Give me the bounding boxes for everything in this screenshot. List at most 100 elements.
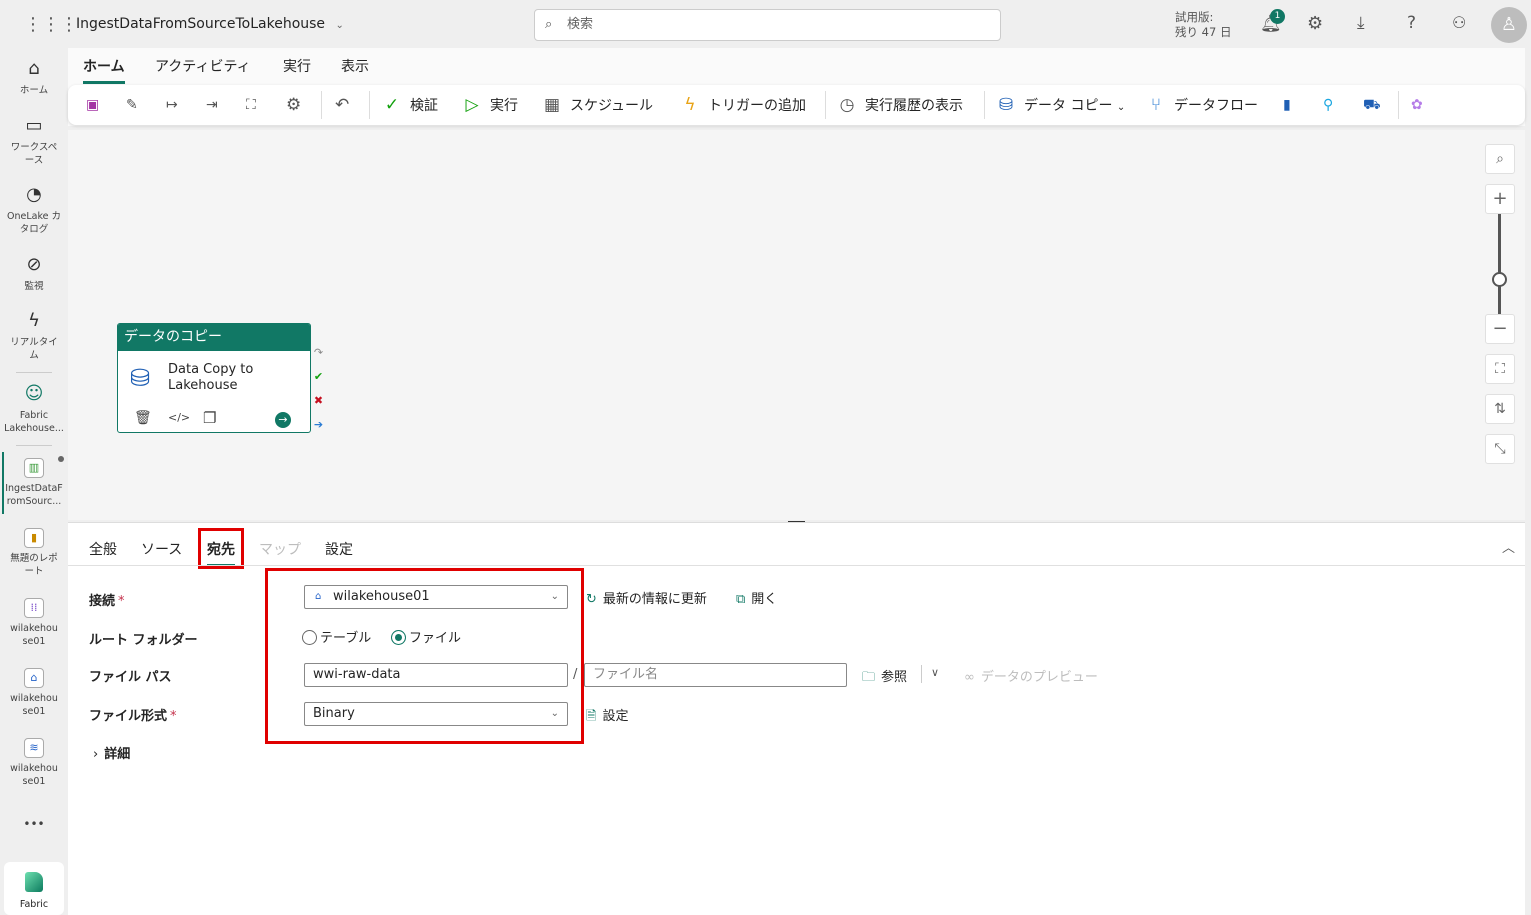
rail-report[interactable]: ▮ 無題のレポート bbox=[0, 528, 68, 578]
rail-onelake[interactable]: ◔ OneLake カタログ bbox=[0, 184, 68, 236]
copy-icon[interactable]: ❐ bbox=[203, 409, 216, 427]
play-icon: ▷ bbox=[465, 95, 479, 115]
activity-header: データのコピー bbox=[118, 324, 310, 351]
tab-general[interactable]: 全般 bbox=[89, 539, 117, 559]
view-run-history-button[interactable]: ◷ 実行履歴の表示 bbox=[837, 85, 963, 125]
browse-button[interactable]: 🗀︎ 参照 bbox=[862, 666, 907, 690]
divider bbox=[1398, 91, 1399, 119]
item-title[interactable]: IngestDataFromSourceToLakehouse ⌄ bbox=[76, 16, 344, 32]
lakehouse-house-icon: ⌂ bbox=[24, 668, 44, 688]
fabric-logo-icon bbox=[25, 872, 43, 892]
rail-home[interactable]: ⌂ ホーム bbox=[0, 58, 68, 97]
undo-icon[interactable]: ↶ bbox=[335, 85, 349, 125]
rail-monitor[interactable]: ⊘ 監視 bbox=[0, 254, 68, 293]
zoom-slider-thumb[interactable] bbox=[1492, 272, 1507, 287]
zoom-in-icon[interactable]: + bbox=[1485, 184, 1515, 214]
settings-icon[interactable]: ⚙ bbox=[286, 85, 301, 125]
branch-icon: ⑂ bbox=[1150, 95, 1162, 115]
import-icon[interactable]: ⇥ bbox=[206, 85, 218, 125]
rail-lakehouse-3[interactable]: ≋ wilakehouse01 bbox=[0, 738, 68, 788]
add-trigger-button[interactable]: ϟ トリガーの追加 bbox=[680, 85, 806, 125]
chevron-down-icon: ⌄ bbox=[335, 20, 344, 31]
open-button[interactable]: ⧉ 開く bbox=[736, 588, 777, 607]
skip-port-icon[interactable]: ↷ bbox=[312, 341, 325, 365]
pipeline-activity-icon[interactable]: ⛟ bbox=[1363, 85, 1381, 125]
left-rail: ⋮⋮⋮ ⌂ ホーム ▭ ワークスペース ◔ OneLake カタログ ⊘ 監視 ϟ リアル… bbox=[0, 0, 78, 915]
glasses-icon: ∞ bbox=[964, 670, 975, 685]
canvas-search-icon[interactable]: ⌕ bbox=[1485, 144, 1515, 174]
help-icon[interactable]: ? bbox=[1407, 13, 1416, 33]
onelake-icon: ◔ bbox=[26, 184, 42, 205]
file-settings-icon: 🗎︎ bbox=[586, 709, 597, 724]
more-button[interactable]: ••• bbox=[0, 818, 68, 831]
advanced-toggle[interactable]: › 詳細 bbox=[93, 743, 130, 762]
tab-mapping[interactable]: マップ bbox=[259, 539, 301, 559]
success-port-icon[interactable]: ✔ bbox=[312, 365, 325, 389]
zoom-out-icon[interactable]: − bbox=[1485, 314, 1515, 344]
delete-icon[interactable]: 🗑︎ bbox=[134, 410, 152, 426]
refresh-button[interactable]: ↻ 最新の情報に更新 bbox=[586, 588, 707, 607]
history-icon: ◷ bbox=[839, 95, 855, 115]
tab-source[interactable]: ソース bbox=[141, 539, 182, 559]
save-as-icon[interactable]: ✎ bbox=[126, 85, 138, 125]
file-name-input[interactable]: ファイル名 bbox=[584, 663, 847, 687]
auto-layout-icon[interactable]: ⛶ bbox=[246, 85, 256, 125]
settings-gear-icon[interactable]: ⚙ bbox=[1307, 13, 1323, 34]
browse-dropdown-icon[interactable]: ∨ bbox=[931, 666, 939, 679]
collapse-icon[interactable]: ⤡ bbox=[1485, 434, 1515, 464]
rail-realtime[interactable]: ϟ リアルタイム bbox=[0, 310, 68, 362]
file-format-label: ファイル形式 * bbox=[89, 709, 177, 724]
rail-divider bbox=[16, 372, 52, 373]
tab-run[interactable]: 実行 bbox=[283, 56, 311, 76]
rail-lakehouse-1[interactable]: ⁞⁞ wilakehouse01 bbox=[0, 598, 68, 648]
auto-align-icon[interactable]: ⇅ bbox=[1485, 394, 1515, 424]
divider bbox=[921, 665, 922, 683]
activity-output-ports: ↷ ✔ ✖ ➔ bbox=[312, 341, 325, 437]
export-icon[interactable]: ↦ bbox=[166, 85, 178, 125]
lakehouse-dots-icon: ⁞⁞ bbox=[24, 598, 44, 618]
copy-data-activity[interactable]: データのコピー ⛁ Data Copy to Lakehouse 🗑︎ </> … bbox=[117, 323, 311, 433]
fit-to-screen-icon[interactable]: ⛶ bbox=[1485, 354, 1515, 384]
dataflow-button[interactable]: ⑂ データフロー bbox=[1146, 85, 1258, 125]
format-settings-button[interactable]: 🗎︎ 設定 bbox=[586, 705, 628, 729]
rail-fabric-lakehouse[interactable]: ☺ Fabric Lakehouse... bbox=[0, 383, 68, 435]
download-icon[interactable]: ⤓ bbox=[1357, 13, 1365, 33]
code-icon[interactable]: </> bbox=[168, 411, 190, 424]
divider bbox=[984, 91, 985, 119]
fail-port-icon[interactable]: ✖ bbox=[312, 389, 325, 413]
lookup-icon[interactable]: ⚲ bbox=[1323, 85, 1333, 125]
lakehouse-people-icon: ☺ bbox=[24, 383, 44, 404]
feedback-icon[interactable]: ⚇ bbox=[1452, 13, 1466, 32]
collapse-panel-icon[interactable]: ︿ bbox=[1502, 537, 1515, 556]
chevron-down-icon: ⌄ bbox=[1116, 102, 1126, 113]
tab-home[interactable]: ホーム bbox=[83, 56, 125, 76]
rail-workspaces[interactable]: ▭ ワークスペース bbox=[0, 115, 68, 167]
arrow-right-icon[interactable]: → bbox=[275, 412, 291, 428]
notebook-icon[interactable]: ▮ bbox=[1283, 85, 1291, 125]
tabs-divider bbox=[68, 565, 1525, 566]
fabric-home-button[interactable]: Fabric bbox=[4, 862, 64, 915]
pipeline-icon: ▥ bbox=[24, 458, 44, 478]
trial-status: 試用版: 残り 47 日 bbox=[1175, 10, 1232, 39]
tab-settings[interactable]: 設定 bbox=[325, 539, 353, 559]
copilot-icon[interactable]: ✿ bbox=[1411, 85, 1423, 125]
tab-activities[interactable]: アクティビティ bbox=[155, 56, 251, 76]
schedule-button[interactable]: ▦ スケジュール bbox=[542, 85, 653, 125]
preview-data-button[interactable]: ∞ データのプレビュー bbox=[964, 666, 1098, 685]
lightning-icon: ϟ bbox=[684, 95, 696, 115]
search-input[interactable]: ⌕ 検索 bbox=[534, 9, 1001, 41]
tab-view[interactable]: 表示 bbox=[341, 56, 369, 76]
lakehouse-wave-icon: ≋ bbox=[24, 738, 44, 758]
zoom-slider[interactable] bbox=[1498, 214, 1501, 314]
search-icon: ⌕ bbox=[545, 17, 553, 32]
run-button[interactable]: ▷ 実行 bbox=[462, 85, 518, 125]
save-icon[interactable]: ▣ bbox=[86, 85, 99, 125]
rail-lakehouse-2[interactable]: ⌂ wilakehouse01 bbox=[0, 668, 68, 718]
rail-pipeline[interactable]: ▥ IngestDataFromSourc... bbox=[0, 458, 68, 508]
app-launcher-icon[interactable]: ⋮⋮⋮ bbox=[24, 14, 78, 35]
folder-icon: 🗀︎ bbox=[862, 670, 876, 685]
copy-data-button[interactable]: ⛁ データ コピー ⌄ bbox=[996, 85, 1125, 125]
completion-port-icon[interactable]: ➔ bbox=[312, 413, 325, 437]
validate-button[interactable]: ✓ 検証 bbox=[382, 85, 438, 125]
avatar[interactable]: ♙ bbox=[1491, 7, 1527, 43]
